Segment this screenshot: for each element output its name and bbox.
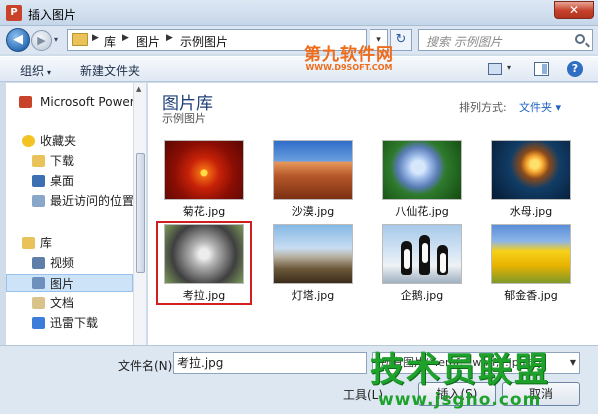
image-thumbnail <box>491 140 571 200</box>
sidebar-item-label: 桌面 <box>50 174 75 188</box>
image-thumbnail <box>273 140 353 200</box>
sidebar-item-label: 视频 <box>50 256 75 270</box>
close-button[interactable]: ✕ <box>554 1 594 19</box>
penguin-shape <box>437 245 448 275</box>
preview-pane-icon[interactable] <box>534 62 549 76</box>
breadcrumb-sample-pictures[interactable]: 示例图片 <box>180 33 228 50</box>
sidebar-item-label: Microsoft PowerPoint <box>40 95 133 109</box>
sidebar-item-label: 最近访问的位置 <box>50 194 133 208</box>
filename-label: 文件名(N): <box>118 359 177 373</box>
pictures-library-icon <box>32 277 45 289</box>
breadcrumb-pictures[interactable]: 图片 <box>136 33 160 50</box>
image-thumbnail <box>382 140 462 200</box>
navigation-pane: Microsoft PowerPoint 收藏夹 下载 桌面 最近访问的位置 库… <box>6 83 133 345</box>
scrollbar-thumb[interactable] <box>136 153 145 273</box>
back-button[interactable]: ◀ <box>6 28 30 52</box>
sidebar-item-label: 下载 <box>50 154 75 168</box>
organize-label: 组织 <box>20 64 45 78</box>
download-folder-icon <box>32 155 45 167</box>
breadcrumb-separator-icon[interactable]: ▶ <box>92 33 99 43</box>
file-name: 水母.jpg <box>509 205 553 218</box>
forward-button[interactable]: ▶ <box>31 30 52 51</box>
image-thumbnail <box>491 224 571 284</box>
file-name: 菊花.jpg <box>182 205 226 218</box>
thunder-download-icon <box>32 317 45 329</box>
title-bar: P 插入图片 ✕ <box>0 0 598 26</box>
recent-places-icon <box>32 195 45 207</box>
watermark-bottom-url: www.jsgho.com <box>378 390 542 410</box>
folder-icon <box>72 33 88 46</box>
sidebar-item-label: 收藏夹 <box>40 134 77 148</box>
breadcrumb-library[interactable]: 库 <box>104 33 116 50</box>
search-icon[interactable] <box>575 34 585 44</box>
file-name: 企鹅.jpg <box>400 289 444 302</box>
sidebar-item-favorites[interactable]: 收藏夹 <box>6 132 133 150</box>
penguin-shape <box>401 241 412 275</box>
window-title: 插入图片 <box>28 8 77 22</box>
desktop-icon <box>32 175 45 187</box>
sidebar-item-libraries[interactable]: 库 <box>6 234 133 252</box>
powerpoint-app-icon: P <box>6 5 22 21</box>
sidebar-item-label: 迅雷下载 <box>50 316 99 330</box>
file-item[interactable]: 菊花.jpg <box>156 137 252 221</box>
star-icon <box>22 135 35 147</box>
search-input[interactable]: 搜索 示例图片 <box>418 29 593 51</box>
sidebar-item-recent-places[interactable]: 最近访问的位置 <box>6 192 133 210</box>
organize-button[interactable]: 组织 ▾ <box>20 62 51 79</box>
watermark-top-title: 第九软件网 <box>304 45 394 65</box>
sidebar-item-pictures[interactable]: 图片 <box>6 274 133 292</box>
sidebar-item-documents[interactable]: 文档 <box>6 294 133 312</box>
file-name: 考拉.jpg <box>182 289 226 302</box>
file-item[interactable]: 沙漠.jpg <box>265 137 361 221</box>
watermark-bottom-title: 技术员联盟 <box>370 350 550 390</box>
file-name: 八仙花.jpg <box>395 205 449 218</box>
chevron-down-icon: ▾ <box>47 68 52 77</box>
breadcrumb-separator-icon[interactable]: ▶ <box>122 33 129 43</box>
file-name: 沙漠.jpg <box>291 205 335 218</box>
file-item[interactable]: 灯塔.jpg <box>265 221 361 305</box>
sidebar-scrollbar[interactable]: ▲ <box>133 83 146 345</box>
arrange-by-label: 排列方式: <box>459 101 507 114</box>
file-name: 灯塔.jpg <box>291 289 335 302</box>
new-folder-button[interactable]: 新建文件夹 <box>80 62 140 79</box>
file-item-selected[interactable]: 考拉.jpg <box>156 221 252 305</box>
search-placeholder: 搜索 示例图片 <box>426 35 502 49</box>
sidebar-item-desktop[interactable]: 桌面 <box>6 172 133 190</box>
arrange-by-dropdown[interactable]: 文件夹 ▾ <box>519 99 561 115</box>
image-thumbnail <box>382 224 462 284</box>
penguin-shape <box>419 235 430 275</box>
scroll-up-icon[interactable]: ▲ <box>136 85 141 93</box>
sidebar-item-thunder-downloads[interactable]: 迅雷下载 <box>6 314 133 332</box>
sidebar-item-powerpoint[interactable]: Microsoft PowerPoint <box>6 93 133 111</box>
file-item[interactable]: 企鹅.jpg <box>374 221 470 305</box>
file-list-pane: 图片库 示例图片 排列方式: 文件夹 ▾ 菊花.jpg 沙漠.jpg 八仙花.j… <box>148 83 598 345</box>
sidebar-item-label: 图片 <box>50 277 75 291</box>
image-thumbnail <box>273 224 353 284</box>
video-library-icon <box>32 257 45 269</box>
recent-pages-dropdown-icon[interactable]: ▾ <box>54 35 64 45</box>
sidebar-item-label: 库 <box>40 236 53 250</box>
view-options-dropdown-icon[interactable]: ▾ <box>507 63 511 72</box>
file-name: 郁金香.jpg <box>504 289 558 302</box>
file-item[interactable]: 郁金香.jpg <box>483 221 579 305</box>
help-icon[interactable]: ? <box>567 61 583 77</box>
change-view-icon[interactable] <box>488 63 502 75</box>
sidebar-item-label: 文档 <box>50 296 75 310</box>
library-icon <box>22 237 35 249</box>
file-item[interactable]: 八仙花.jpg <box>374 137 470 221</box>
file-item[interactable]: 水母.jpg <box>483 137 579 221</box>
site-watermark-top: 第九软件网 WWW.D9SOFT.COM <box>284 40 414 72</box>
library-subtitle: 示例图片 <box>162 112 206 125</box>
powerpoint-icon <box>19 96 32 108</box>
image-thumbnail <box>164 224 244 284</box>
filename-input[interactable]: 考拉.jpg <box>173 352 367 374</box>
sidebar-item-videos[interactable]: 视频 <box>6 254 133 272</box>
documents-library-icon <box>32 297 45 309</box>
breadcrumb-separator-icon[interactable]: ▶ <box>166 33 173 43</box>
image-thumbnail <box>164 140 244 200</box>
site-watermark-bottom: 技术员联盟 www.jsgho.com <box>366 340 594 414</box>
sidebar-item-downloads[interactable]: 下载 <box>6 152 133 170</box>
